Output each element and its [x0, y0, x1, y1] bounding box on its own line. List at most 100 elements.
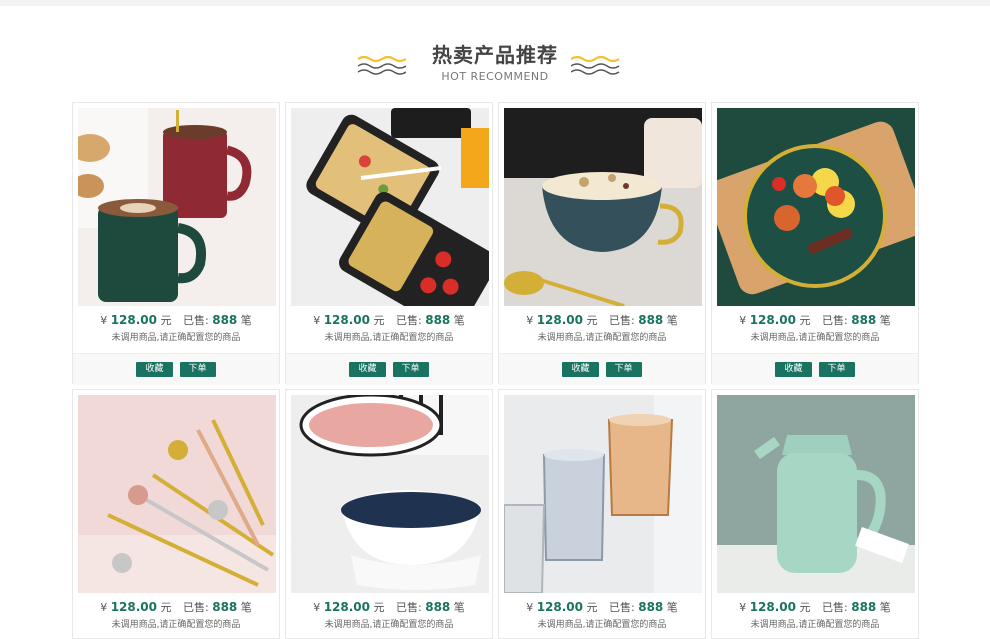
price-value: 128.00 — [536, 313, 584, 327]
product-card[interactable]: ¥ 128.00 元 已售: 888 笔 未调用商品,请正确配置您的商品 收藏 … — [498, 102, 706, 385]
section-header: 热卖产品推荐 HOT RECOMMEND — [0, 6, 990, 102]
product-desc: 未调用商品,请正确配置您的商品 — [111, 333, 241, 343]
price-value: 128.00 — [323, 600, 371, 614]
product-card[interactable]: ¥ 128.00 元 已售: 888 笔 未调用商品,请正确配置您的商品 — [498, 389, 706, 639]
product-desc: 未调用商品,请正确配置您的商品 — [537, 620, 667, 630]
product-card[interactable]: ¥ 128.00 元 已售: 888 笔 未调用商品,请正确配置您的商品 — [711, 389, 919, 639]
sold-count: 888 — [212, 313, 238, 327]
thermos-jug-photo[interactable] — [717, 395, 915, 593]
green-plate-photo[interactable] — [717, 108, 915, 306]
ceramic-bowls-icon — [291, 395, 489, 593]
product-desc: 未调用商品,请正确配置您的商品 — [537, 333, 667, 343]
price-value: 128.00 — [749, 600, 797, 614]
favorite-button[interactable]: 收藏 — [349, 362, 386, 377]
price-unit: 元 — [160, 601, 172, 614]
product-desc: 未调用商品,请正确配置您的商品 — [324, 333, 454, 343]
sold-count: 888 — [212, 600, 238, 614]
sold-label: 已售: — [822, 314, 848, 327]
price-line: ¥ 128.00 元 已售: 888 笔 — [286, 599, 492, 616]
product-card[interactable]: ¥ 128.00 元 已售: 888 笔 未调用商品,请正确配置您的商品 收藏 … — [72, 102, 280, 385]
wave-decoration-icon — [571, 55, 620, 75]
spoons-forks-icon — [78, 395, 276, 593]
sold-count: 888 — [425, 313, 451, 327]
sold-unit: 笔 — [453, 314, 465, 327]
sold-label: 已售: — [609, 314, 635, 327]
price-line: ¥ 128.00 元 已售: 888 笔 — [499, 599, 705, 616]
coffee-mugs-icon — [78, 108, 276, 306]
sold-unit: 笔 — [666, 314, 678, 327]
currency-symbol: ¥ — [526, 601, 534, 614]
order-button[interactable]: 下单 — [818, 362, 855, 377]
currency-symbol: ¥ — [313, 601, 321, 614]
price-unit: 元 — [586, 314, 598, 327]
sold-label: 已售: — [396, 314, 422, 327]
sold-count: 888 — [851, 600, 877, 614]
coffee-mugs-photo[interactable] — [78, 108, 276, 306]
spoons-forks-photo[interactable] — [78, 395, 276, 593]
sold-count: 888 — [851, 313, 877, 327]
product-desc: 未调用商品,请正确配置您的商品 — [750, 620, 880, 630]
section-subtitle: HOT RECOMMEND — [441, 70, 549, 83]
glass-cups-icon — [504, 395, 702, 593]
sold-count: 888 — [425, 600, 451, 614]
currency-symbol: ¥ — [100, 601, 108, 614]
sold-unit: 笔 — [879, 314, 891, 327]
price-line: ¥ 128.00 元 已售: 888 笔 — [712, 312, 918, 329]
favorite-button[interactable]: 收藏 — [775, 362, 812, 377]
price-value: 128.00 — [110, 600, 158, 614]
price-unit: 元 — [373, 601, 385, 614]
sold-label: 已售: — [822, 601, 848, 614]
price-unit: 元 — [160, 314, 172, 327]
price-line: ¥ 128.00 元 已售: 888 笔 — [73, 312, 279, 329]
currency-symbol: ¥ — [526, 314, 534, 327]
product-desc: 未调用商品,请正确配置您的商品 — [324, 620, 454, 630]
product-card[interactable]: ¥ 128.00 元 已售: 888 笔 未调用商品,请正确配置您的商品 收藏 … — [285, 102, 493, 385]
currency-symbol: ¥ — [100, 314, 108, 327]
order-button[interactable]: 下单 — [179, 362, 216, 377]
price-line: ¥ 128.00 元 已售: 888 笔 — [712, 599, 918, 616]
price-value: 128.00 — [323, 313, 371, 327]
price-unit: 元 — [373, 314, 385, 327]
cereal-bowl-photo[interactable] — [504, 108, 702, 306]
price-line: ¥ 128.00 元 已售: 888 笔 — [499, 312, 705, 329]
sold-label: 已售: — [183, 601, 209, 614]
price-unit: 元 — [799, 314, 811, 327]
green-plate-icon — [717, 108, 915, 306]
section-title: 热卖产品推荐 — [432, 43, 558, 67]
sold-unit: 笔 — [879, 601, 891, 614]
price-value: 128.00 — [110, 313, 158, 327]
price-line: ¥ 128.00 元 已售: 888 笔 — [73, 599, 279, 616]
product-card[interactable]: ¥ 128.00 元 已售: 888 笔 未调用商品,请正确配置您的商品 — [285, 389, 493, 639]
sold-count: 888 — [638, 313, 664, 327]
sold-label: 已售: — [396, 601, 422, 614]
favorite-button[interactable]: 收藏 — [136, 362, 173, 377]
price-unit: 元 — [586, 601, 598, 614]
product-desc: 未调用商品,请正确配置您的商品 — [750, 333, 880, 343]
price-value: 128.00 — [536, 600, 584, 614]
lunch-box-photo[interactable] — [291, 108, 489, 306]
card-actions: 收藏 下单 — [73, 353, 279, 385]
product-desc: 未调用商品,请正确配置您的商品 — [111, 620, 241, 630]
card-actions: 收藏 下单 — [712, 353, 918, 385]
glass-cups-photo[interactable] — [504, 395, 702, 593]
currency-symbol: ¥ — [739, 601, 747, 614]
card-actions: 收藏 下单 — [286, 353, 492, 385]
order-button[interactable]: 下单 — [605, 362, 642, 377]
currency-symbol: ¥ — [739, 314, 747, 327]
sold-unit: 笔 — [453, 601, 465, 614]
sold-unit: 笔 — [240, 601, 252, 614]
card-actions: 收藏 下单 — [499, 353, 705, 385]
sold-unit: 笔 — [240, 314, 252, 327]
lunch-box-icon — [291, 108, 489, 306]
price-unit: 元 — [799, 601, 811, 614]
cereal-bowl-icon — [504, 108, 702, 306]
price-value: 128.00 — [749, 313, 797, 327]
order-button[interactable]: 下单 — [392, 362, 429, 377]
thermos-jug-icon — [717, 395, 915, 593]
ceramic-bowls-photo[interactable] — [291, 395, 489, 593]
product-card[interactable]: ¥ 128.00 元 已售: 888 笔 未调用商品,请正确配置您的商品 收藏 … — [711, 102, 919, 385]
favorite-button[interactable]: 收藏 — [562, 362, 599, 377]
price-line: ¥ 128.00 元 已售: 888 笔 — [286, 312, 492, 329]
sold-label: 已售: — [609, 601, 635, 614]
product-card[interactable]: ¥ 128.00 元 已售: 888 笔 未调用商品,请正确配置您的商品 — [72, 389, 280, 639]
